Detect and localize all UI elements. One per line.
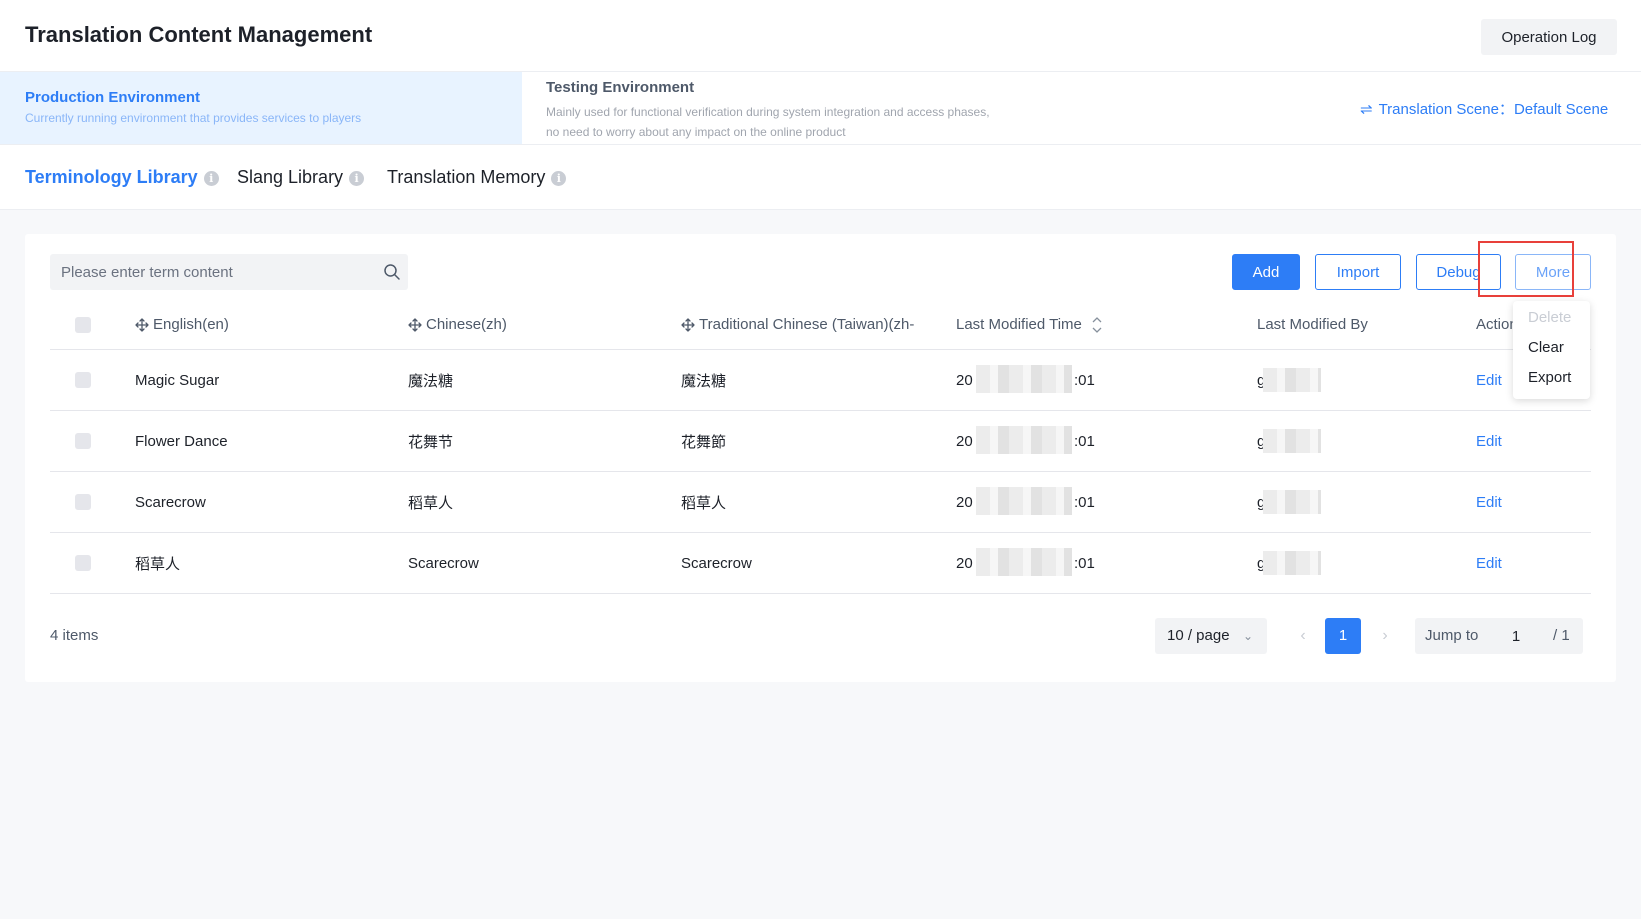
env-tab-production[interactable]: Production Environment Currently running… — [0, 72, 522, 144]
jump-page-input[interactable] — [1491, 621, 1541, 651]
sort-icon[interactable] — [1092, 316, 1102, 334]
env-testing-name: Testing Environment — [546, 79, 695, 96]
cell-time-end: :01 — [1074, 371, 1095, 389]
row-checkbox[interactable] — [75, 494, 91, 510]
environment-bar: Production Environment Currently running… — [0, 72, 1641, 145]
translation-scene-switch[interactable]: ⇌ Translation Scene：Default Scene — [1360, 98, 1608, 119]
cell-traditional: 稻草人 — [681, 494, 727, 512]
tab-translation-memory[interactable]: Translation Memory i — [387, 167, 567, 188]
cell-chinese: Scarecrow — [408, 554, 479, 572]
redacted-time — [976, 426, 1072, 454]
swap-icon: ⇌ — [1360, 101, 1373, 118]
import-button[interactable]: Import — [1315, 254, 1401, 290]
table-header-row: English(en) Chinese(zh) Traditional Chin… — [50, 300, 1591, 350]
cell-time-end: :01 — [1074, 432, 1095, 450]
env-production-description: Currently running environment that provi… — [25, 111, 362, 125]
edit-link[interactable]: Edit — [1476, 533, 1502, 593]
redacted-user — [1263, 368, 1321, 392]
tab-slang-library[interactable]: Slang Library i — [237, 167, 365, 188]
page-size-select[interactable]: 10 / page ⌄ — [1155, 618, 1267, 654]
cell-english: Flower Dance — [135, 432, 228, 450]
cell-english: Scarecrow — [135, 493, 206, 511]
redacted-user — [1263, 429, 1321, 453]
info-icon[interactable]: i — [203, 171, 219, 186]
scene-value: Default Scene — [1513, 101, 1609, 118]
col-header-chinese[interactable]: Chinese(zh) — [408, 300, 507, 349]
page-header: Translation Content Management Operation… — [0, 0, 1641, 72]
redacted-time — [976, 487, 1072, 515]
drag-handle-icon[interactable] — [408, 317, 422, 332]
drag-handle-icon[interactable] — [135, 317, 149, 332]
tab-label: Slang Library — [237, 167, 344, 187]
info-icon[interactable]: i — [349, 171, 365, 186]
more-button[interactable]: More — [1515, 254, 1591, 290]
col-header-traditional[interactable]: Traditional Chinese (Taiwan)(zh- — [681, 300, 915, 349]
cell-time-start: 20 — [956, 371, 973, 389]
prev-page-icon[interactable]: ‹ — [1293, 618, 1313, 654]
redacted-time — [976, 365, 1072, 393]
tab-label: Translation Memory — [387, 167, 546, 187]
total-pages: / 1 — [1553, 627, 1570, 644]
page-title: Translation Content Management — [25, 22, 373, 47]
library-tabs: Terminology Library i Slang Library i Tran… — [0, 145, 1641, 210]
add-button[interactable]: Add — [1232, 254, 1300, 290]
tab-label: Terminology Library — [25, 167, 198, 187]
col-header-modified-by: Last Modified By — [1257, 316, 1368, 333]
table-row: 稻草人 Scarecrow Scarecrow 20 :01 g Edit — [50, 533, 1591, 594]
redacted-user — [1263, 551, 1321, 575]
scene-label: Translation Scene： — [1378, 101, 1514, 118]
debug-button[interactable]: Debug — [1416, 254, 1501, 290]
content-card: Add Import Debug More English(en) Chines… — [25, 234, 1616, 682]
operation-log-button[interactable]: Operation Log — [1481, 19, 1617, 55]
edit-link[interactable]: Edit — [1476, 411, 1502, 471]
cell-traditional: 魔法糖 — [681, 372, 727, 390]
drag-handle-icon[interactable] — [681, 317, 695, 332]
page-1-button[interactable]: 1 — [1325, 618, 1361, 654]
table-row: Scarecrow 稻草人 稻草人 20 :01 g Edit — [50, 472, 1591, 533]
cell-time-end: :01 — [1074, 493, 1095, 511]
env-production-name: Production Environment — [25, 89, 201, 106]
jump-to-page: Jump to / 1 — [1415, 618, 1583, 654]
more-dropdown-menu: Delete Clear Export — [1513, 301, 1590, 399]
col-header-modified-time[interactable]: Last Modified Time — [956, 300, 1102, 349]
cell-english: Magic Sugar — [135, 371, 220, 389]
tab-terminology-library[interactable]: Terminology Library i — [25, 167, 219, 188]
next-page-icon[interactable]: › — [1375, 618, 1395, 654]
edit-link[interactable]: Edit — [1476, 350, 1502, 410]
cell-english: 稻草人 — [135, 555, 181, 573]
cell-chinese: 魔法糖 — [408, 372, 454, 390]
table-row: Magic Sugar 魔法糖 魔法糖 20 :01 g Edit — [50, 350, 1591, 411]
chevron-down-icon: ⌄ — [1243, 629, 1254, 643]
table-row: Flower Dance 花舞节 花舞節 20 :01 g Edit — [50, 411, 1591, 472]
cell-traditional: Scarecrow — [681, 554, 752, 572]
env-testing-description: Mainly used for functional verification … — [546, 105, 990, 139]
search-box — [50, 254, 408, 290]
edit-link[interactable]: Edit — [1476, 472, 1502, 532]
terms-table: English(en) Chinese(zh) Traditional Chin… — [50, 300, 1591, 594]
row-checkbox[interactable] — [75, 555, 91, 571]
env-tab-testing[interactable]: Testing Environment Mainly used for func… — [546, 72, 1006, 142]
cell-chinese: 花舞节 — [408, 433, 454, 451]
row-checkbox[interactable] — [75, 433, 91, 449]
page-size-value: 10 / page — [1167, 627, 1230, 644]
menu-item-delete: Delete — [1528, 309, 1572, 326]
cell-time-start: 20 — [956, 493, 973, 511]
cell-time-start: 20 — [956, 554, 973, 572]
row-checkbox[interactable] — [75, 372, 91, 388]
search-input[interactable] — [50, 254, 370, 290]
cell-time-start: 20 — [956, 432, 973, 450]
menu-item-export[interactable]: Export — [1513, 363, 1590, 393]
select-all-checkbox[interactable] — [75, 316, 91, 333]
redacted-time — [976, 548, 1072, 576]
jump-label: Jump to — [1425, 627, 1479, 644]
cell-chinese: 稻草人 — [408, 494, 454, 512]
cell-time-end: :01 — [1074, 554, 1095, 572]
search-icon[interactable] — [383, 263, 401, 281]
col-header-english[interactable]: English(en) — [135, 300, 229, 349]
total-count: 4 items — [50, 627, 99, 644]
info-icon[interactable]: i — [551, 171, 567, 186]
cell-traditional: 花舞節 — [681, 433, 727, 451]
menu-item-clear[interactable]: Clear — [1513, 333, 1590, 363]
redacted-user — [1263, 490, 1321, 514]
